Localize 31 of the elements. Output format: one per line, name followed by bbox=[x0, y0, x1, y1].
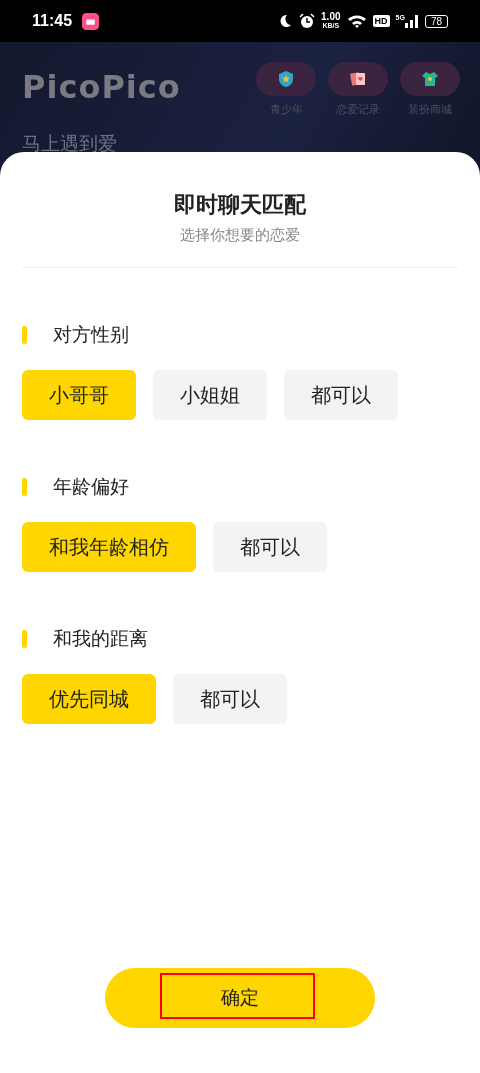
option-chip[interactable]: 都可以 bbox=[173, 674, 287, 724]
shortcut-button[interactable] bbox=[328, 62, 388, 96]
accent-bar bbox=[22, 478, 27, 496]
clock-time: 11:45 bbox=[32, 12, 73, 30]
signal-icon bbox=[404, 14, 419, 28]
option-chip[interactable]: 优先同城 bbox=[22, 674, 156, 724]
sheet-subtitle: 选择你想要的恋爱 bbox=[179, 226, 301, 245]
shortcut-button[interactable] bbox=[256, 62, 316, 96]
option-chip[interactable]: 小哥哥 bbox=[22, 370, 136, 420]
option-chip[interactable]: 小姐姐 bbox=[153, 370, 267, 420]
option-chip[interactable]: 都可以 bbox=[213, 522, 327, 572]
accent-bar bbox=[22, 326, 27, 344]
hd-badge: HD bbox=[372, 15, 390, 27]
group-label: 对方性别 bbox=[53, 322, 129, 347]
section-title: 马上遇到爱 bbox=[22, 131, 118, 156]
confirm-button[interactable]: 确定 bbox=[105, 968, 375, 1028]
option-chip[interactable]: 和我年龄相仿 bbox=[22, 522, 196, 572]
alarm-clock-icon bbox=[299, 13, 316, 29]
battery-level: 78 bbox=[424, 14, 448, 28]
accent-bar bbox=[22, 630, 27, 648]
shield-icon bbox=[276, 69, 296, 89]
shirt-icon bbox=[420, 69, 440, 89]
group-label: 和我的距离 bbox=[53, 626, 148, 651]
wifi-icon bbox=[346, 13, 367, 29]
app-logo: PicoPico bbox=[22, 68, 181, 106]
network-speed: 1.00 bbox=[321, 12, 341, 21]
shortcut-button[interactable] bbox=[400, 62, 460, 96]
app-icon bbox=[82, 12, 100, 30]
sheet-title: 即时聊天匹配 bbox=[173, 191, 307, 219]
option-chip[interactable]: 都可以 bbox=[284, 370, 398, 420]
group-label: 年龄偏好 bbox=[53, 474, 129, 499]
